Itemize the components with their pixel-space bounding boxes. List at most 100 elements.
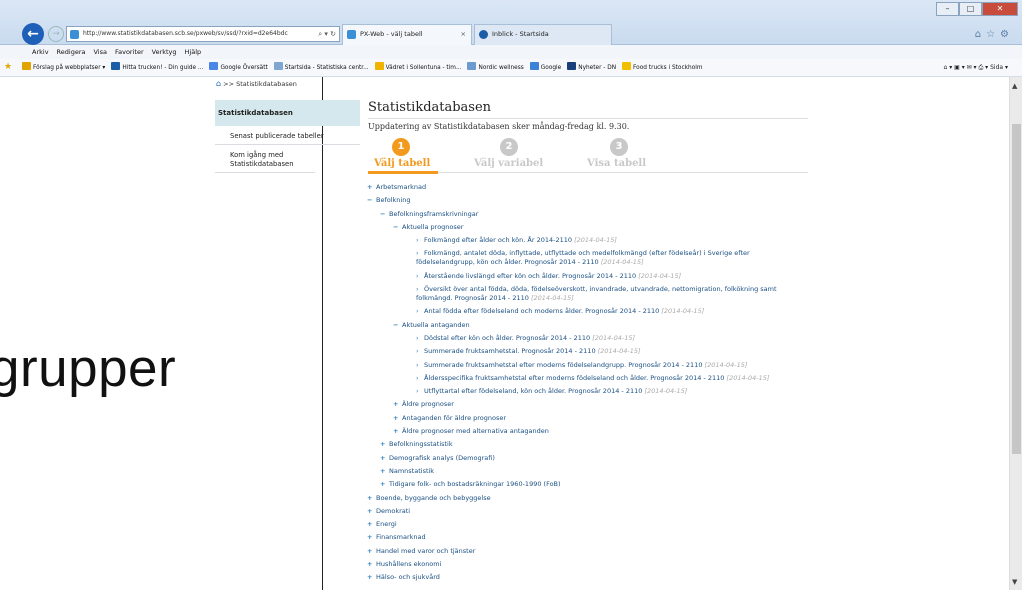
page-tools[interactable]: ⌂ ▾ ▣ ▾ ✉ ▾ ⎙ ▾ Sida ▾	[943, 59, 1008, 76]
leaf-marker-icon[interactable]: ›	[416, 307, 424, 316]
home-icon[interactable]: ⌂	[216, 79, 221, 88]
tree-node[interactable]: + Tidigare folk- och bostadsräkningar 196…	[367, 480, 837, 489]
node-label[interactable]: Aktuella prognoser	[402, 223, 463, 231]
node-label[interactable]: Utflyttartal efter födelseland, kön och …	[424, 387, 642, 395]
tree-node[interactable]: + Finansmarknad	[367, 533, 837, 542]
tree-node[interactable]: − Befolkning	[367, 196, 837, 205]
node-label[interactable]: Namnstatistik	[389, 467, 434, 475]
tree-node[interactable]: + Handel med varor och tjänster	[367, 547, 837, 556]
node-label[interactable]: Boende, byggande och bebyggelse	[376, 494, 491, 502]
collapse-icon[interactable]: −	[393, 223, 402, 232]
node-label[interactable]: Antaganden för äldre prognoser	[402, 414, 506, 422]
collapse-icon[interactable]: −	[380, 210, 389, 219]
expand-icon[interactable]: +	[380, 467, 389, 476]
node-label[interactable]: Arbetsmarknad	[376, 183, 426, 191]
scroll-up-icon[interactable]: ▲	[1012, 82, 1017, 90]
collapse-icon[interactable]: −	[367, 196, 376, 205]
tree-node[interactable]: + Namnstatistik	[367, 467, 837, 476]
close-window-button[interactable]: ✕	[982, 2, 1018, 16]
leaf-marker-icon[interactable]: ›	[416, 272, 424, 281]
tree-node[interactable]: + Hushållens ekonomi	[367, 560, 837, 569]
favorite-link[interactable]: Nyheter - DN	[567, 59, 616, 76]
table-link[interactable]: › Åldersspecifika fruktsamhetstal efter m…	[367, 374, 837, 383]
node-label[interactable]: Befolkning	[376, 196, 410, 204]
favorites-star-icon[interactable]: ★	[4, 63, 12, 72]
expand-icon[interactable]: +	[393, 427, 402, 436]
expand-icon[interactable]: +	[393, 400, 402, 409]
leaf-marker-icon[interactable]: ›	[416, 334, 424, 343]
node-label[interactable]: Finansmarknad	[376, 533, 426, 541]
tree-node[interactable]: + Äldre prognoser	[367, 400, 837, 409]
favorite-link[interactable]: Google	[529, 59, 561, 76]
node-label[interactable]: Översikt över antal födda, döda, födelse…	[416, 285, 777, 302]
tree-node[interactable]: + Hälso- och sjukvård	[367, 573, 837, 582]
expand-icon[interactable]: +	[367, 494, 376, 503]
expand-icon[interactable]: +	[367, 547, 376, 556]
scroll-thumb[interactable]	[1012, 124, 1021, 454]
minimize-button[interactable]: –	[936, 2, 959, 16]
address-controls[interactable]: ⌕ ▾ ↻	[318, 27, 336, 41]
table-link[interactable]: › Dödstal efter kön och ålder. Prognosår …	[367, 334, 837, 343]
node-label[interactable]: Summerade fruktsamhetstal. Prognosår 201…	[424, 347, 596, 355]
node-label[interactable]: Hushållens ekonomi	[376, 560, 441, 568]
menu-item[interactable]: Verktyg	[152, 48, 177, 56]
close-tab-icon[interactable]: ×	[461, 25, 466, 44]
breadcrumb-text[interactable]: >> Statistikdatabasen	[223, 80, 297, 88]
tree-node[interactable]: + Energi	[367, 520, 837, 529]
node-label[interactable]: Hälso- och sjukvård	[376, 573, 440, 581]
expand-icon[interactable]: +	[367, 183, 376, 192]
favorite-link[interactable]: Food trucks i Stockholm	[622, 59, 703, 76]
menu-item[interactable]: Redigera	[57, 48, 86, 56]
browser-tool-icons[interactable]: ⌂☆⚙	[975, 29, 1014, 40]
node-label[interactable]: Handel med varor och tjänster	[376, 547, 475, 555]
leaf-marker-icon[interactable]: ›	[416, 285, 424, 294]
sidenav-head[interactable]: Statistikdatabasen	[215, 100, 360, 126]
tree-node[interactable]: + Befolkningsstatistik	[367, 440, 837, 449]
node-label[interactable]: Demografisk analys (Demografi)	[389, 454, 495, 462]
node-label[interactable]: Folkmängd efter ålder och kön. År 2014-2…	[424, 236, 572, 244]
node-label[interactable]: Antal födda efter födelseland och modern…	[424, 307, 659, 315]
menu-item[interactable]: Arkiv	[32, 48, 49, 56]
collapse-icon[interactable]: −	[393, 321, 402, 330]
table-link[interactable]: › Summerade fruktsamhetstal. Prognosår 20…	[367, 347, 837, 356]
leaf-marker-icon[interactable]: ›	[416, 347, 424, 356]
menu-item[interactable]: Favoriter	[115, 48, 144, 56]
tree-node[interactable]: − Aktuella prognoser	[367, 223, 837, 232]
expand-icon[interactable]: +	[367, 573, 376, 582]
back-button[interactable]: ←	[22, 23, 44, 45]
node-label[interactable]: Återstående livslängd efter kön och ålde…	[424, 272, 636, 280]
favorite-link[interactable]: Hitta trucken! - Din guide ...	[111, 59, 203, 76]
expand-icon[interactable]: +	[367, 520, 376, 529]
node-label[interactable]: Befolkningsframskrivningar	[389, 210, 478, 218]
vertical-scrollbar[interactable]: ▲ ▼	[1009, 77, 1022, 590]
favorite-link[interactable]: Vädret i Sollentuna - tim...	[374, 59, 461, 76]
node-label[interactable]: Äldre prognoser	[402, 400, 454, 408]
table-link[interactable]: › Utflyttartal efter födelseland, kön och…	[367, 387, 837, 396]
node-label[interactable]: Folkmängd, antalet döda, inflyttade, utf…	[416, 249, 750, 266]
tab-pxweb[interactable]: PX-Web - välj tabell ×	[342, 24, 472, 45]
expand-icon[interactable]: +	[380, 480, 389, 489]
table-link[interactable]: › Återstående livslängd efter kön och åld…	[367, 272, 837, 281]
tree-node[interactable]: − Befolkningsframskrivningar	[367, 210, 837, 219]
expand-icon[interactable]: +	[380, 440, 389, 449]
node-label[interactable]: Befolkningsstatistik	[389, 440, 453, 448]
tree-node[interactable]: − Aktuella antaganden	[367, 321, 837, 330]
page-menu[interactable]: Sida ▾	[990, 64, 1008, 71]
menu-item[interactable]: Hjälp	[185, 48, 202, 56]
step-1-label[interactable]: Välj tabell	[374, 158, 430, 169]
expand-icon[interactable]: +	[367, 533, 376, 542]
node-label[interactable]: Demokrati	[376, 507, 410, 515]
table-link[interactable]: › Summerade fruktsamhetstal efter moderns…	[367, 361, 837, 370]
tree-node[interactable]: + Boende, byggande och bebyggelse	[367, 494, 837, 503]
table-link[interactable]: › Översikt över antal födda, döda, födels…	[367, 285, 787, 303]
tree-node[interactable]: + Arbetsmarknad	[367, 183, 837, 192]
node-label[interactable]: Aktuella antaganden	[402, 321, 470, 329]
address-bar[interactable]: http://www.statistikdatabasen.scb.se/pxw…	[66, 26, 340, 42]
node-label[interactable]: Äldre prognoser med alternativa antagand…	[402, 427, 549, 435]
table-link[interactable]: › Antal födda efter födelseland och moder…	[367, 307, 837, 316]
node-label[interactable]: Summerade fruktsamhetstal efter moderns …	[424, 361, 702, 369]
scroll-down-icon[interactable]: ▼	[1012, 578, 1017, 586]
expand-icon[interactable]: +	[367, 507, 376, 516]
sidenav-item-kom-igang[interactable]: Kom igång med Statistikdatabasen	[215, 145, 315, 173]
favorite-link[interactable]: Startsida - Statistiska centr...	[273, 59, 369, 76]
